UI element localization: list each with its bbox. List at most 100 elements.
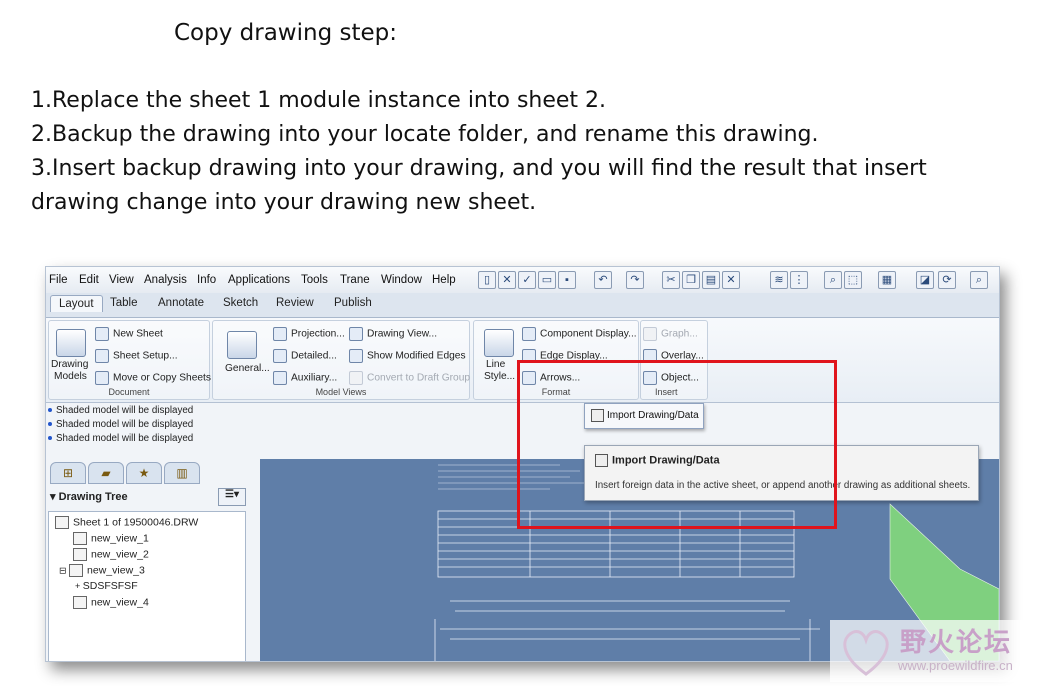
save-icon[interactable]: ▪	[558, 271, 576, 289]
sheet-setup-button[interactable]: Sheet Setup...	[95, 349, 178, 363]
regenerate-icon[interactable]: ⟳	[938, 271, 956, 289]
tree-item-view4[interactable]: new_view_4	[73, 596, 149, 609]
projection-button[interactable]: Projection...	[273, 327, 345, 341]
find-icon[interactable]: ⌕	[824, 271, 842, 289]
collapse-icon[interactable]: ⊟	[59, 565, 69, 575]
convert-draft-icon	[349, 371, 363, 385]
menu-view[interactable]: View	[109, 274, 134, 286]
component-display-icon	[522, 327, 536, 341]
group-model-views: General... Projection... Detailed... Aux…	[212, 320, 470, 400]
line-style-icon	[484, 329, 514, 357]
highlight-box	[517, 360, 837, 529]
line-style-button-line2[interactable]: Style...	[484, 371, 515, 382]
repaint-icon[interactable]: ◪	[916, 271, 934, 289]
close-window-icon[interactable]: ✕	[498, 271, 516, 289]
expand-icon[interactable]: +	[75, 581, 83, 591]
drawing-models-button-line2[interactable]: Models	[54, 371, 87, 382]
layer-tab-icon[interactable]: ▥	[164, 462, 200, 484]
drawing-view-icon	[349, 327, 363, 341]
drawing-models-button-line1[interactable]: Drawing	[51, 359, 88, 370]
message-line: Shaded model will be displayed	[46, 418, 256, 432]
step-2: 2.Backup the drawing into your locate fo…	[31, 122, 819, 147]
tree-item-sheet1[interactable]: Sheet 1 of 19500046.DRW	[55, 516, 198, 529]
watermark-url: www.proewildfire.cn	[898, 658, 1013, 673]
model-icon[interactable]: ▦	[878, 271, 896, 289]
sheet-setup-icon	[95, 349, 109, 363]
component-display-button[interactable]: Component Display...	[522, 327, 637, 341]
menu-window[interactable]: Window	[381, 274, 422, 286]
ribbon-tabs: Layout Table Annotate Sketch Review Publ…	[46, 293, 999, 318]
model-tree-tab-icon[interactable]: ⊞	[50, 462, 86, 484]
tab-table[interactable]: Table	[110, 297, 138, 309]
undo-icon[interactable]: ↶	[594, 271, 612, 289]
tree-item-sdsfsfsf[interactable]: + SDSFSFSF	[75, 580, 138, 592]
tab-publish[interactable]: Publish	[334, 297, 372, 309]
show-modified-edges-button[interactable]: Show Modified Edges	[349, 349, 466, 363]
paste-icon[interactable]: ▤	[702, 271, 720, 289]
zoom-icon[interactable]: ⌕	[970, 271, 988, 289]
copy-icon[interactable]: ❐	[682, 271, 700, 289]
model-views-group-label: Model Views	[315, 387, 367, 397]
step-1: 1.Replace the sheet 1 module instance in…	[31, 88, 607, 113]
menu-applications[interactable]: Applications	[228, 274, 290, 286]
check-icon[interactable]: ✓	[518, 271, 536, 289]
menu-trane[interactable]: Trane	[340, 274, 370, 286]
step-3: 3.Insert backup drawing into your drawin…	[31, 156, 927, 215]
detailed-button[interactable]: Detailed...	[273, 349, 337, 363]
modified-edges-icon	[349, 349, 363, 363]
tab-annotate[interactable]: Annotate	[158, 297, 204, 309]
view-icon	[73, 548, 87, 561]
menu-tools[interactable]: Tools	[301, 274, 328, 286]
menu-edit[interactable]: Edit	[79, 274, 99, 286]
message-area: Shaded model will be displayed Shaded mo…	[46, 404, 256, 446]
view-icon	[73, 532, 87, 545]
move-copy-icon	[95, 371, 109, 385]
drawing-tree-title[interactable]: ▾ Drawing Tree	[50, 490, 128, 503]
tree-item-view2[interactable]: new_view_2	[73, 548, 149, 561]
general-view-button[interactable]: General...	[225, 363, 270, 374]
folder-tab-icon[interactable]: ▰	[88, 462, 124, 484]
favorites-tab-icon[interactable]: ★	[126, 462, 162, 484]
open-folder-icon[interactable]: ▭	[538, 271, 556, 289]
slide-title: Copy drawing step:	[174, 20, 397, 46]
view-icon	[73, 596, 87, 609]
watermark-logo-icon	[843, 630, 889, 676]
graph-button: Graph...	[643, 327, 698, 341]
layers-icon[interactable]: ≋	[770, 271, 788, 289]
redo-icon[interactable]: ↷	[626, 271, 644, 289]
convert-draft-group-button: Convert to Draft Group	[349, 371, 470, 385]
tab-review[interactable]: Review	[276, 297, 314, 309]
cut-icon[interactable]: ✂	[662, 271, 680, 289]
tab-layout[interactable]: Layout	[50, 295, 103, 312]
menu-help[interactable]: Help	[432, 274, 456, 286]
new-sheet-button[interactable]: New Sheet	[95, 327, 163, 341]
menu-bar: File Edit View Analysis Info Application…	[46, 267, 999, 293]
navigator-tabs: ⊞ ▰ ★ ▥	[46, 459, 251, 485]
new-file-icon[interactable]: ▯	[478, 271, 496, 289]
tree-icon[interactable]: ⋮	[790, 271, 808, 289]
menu-file[interactable]: File	[49, 274, 68, 286]
steps-list: 1.Replace the sheet 1 module instance in…	[31, 84, 1021, 220]
graph-icon	[643, 327, 657, 341]
drawing-view-button[interactable]: Drawing View...	[349, 327, 437, 341]
tree-item-view3[interactable]: ⊟ new_view_3	[59, 564, 145, 577]
menu-analysis[interactable]: Analysis	[144, 274, 187, 286]
tab-sketch[interactable]: Sketch	[223, 297, 258, 309]
auxiliary-icon	[273, 371, 287, 385]
group-document: Drawing Models New Sheet Sheet Setup... …	[48, 320, 211, 400]
detailed-icon	[273, 349, 287, 363]
drawing-tree-header: ▾ Drawing Tree ☰▾	[46, 487, 251, 507]
select-box-icon[interactable]: ⬚	[844, 271, 862, 289]
line-style-button-line1[interactable]: Line	[486, 359, 505, 370]
auxiliary-button[interactable]: Auxiliary...	[273, 371, 337, 385]
tree-item-view1[interactable]: new_view_1	[73, 532, 149, 545]
move-copy-sheets-button[interactable]: Move or Copy Sheets	[95, 371, 211, 385]
tree-settings-icon[interactable]: ☰▾	[218, 488, 246, 506]
watermark-name: 野火论坛	[900, 628, 1013, 658]
view-icon	[69, 564, 84, 577]
menu-info[interactable]: Info	[197, 274, 216, 286]
message-line: Shaded model will be displayed	[46, 404, 256, 418]
sheet-icon	[55, 516, 69, 529]
delete-icon[interactable]: ✕	[722, 271, 740, 289]
watermark: 野火论坛 www.proewildfire.cn	[830, 620, 1042, 682]
